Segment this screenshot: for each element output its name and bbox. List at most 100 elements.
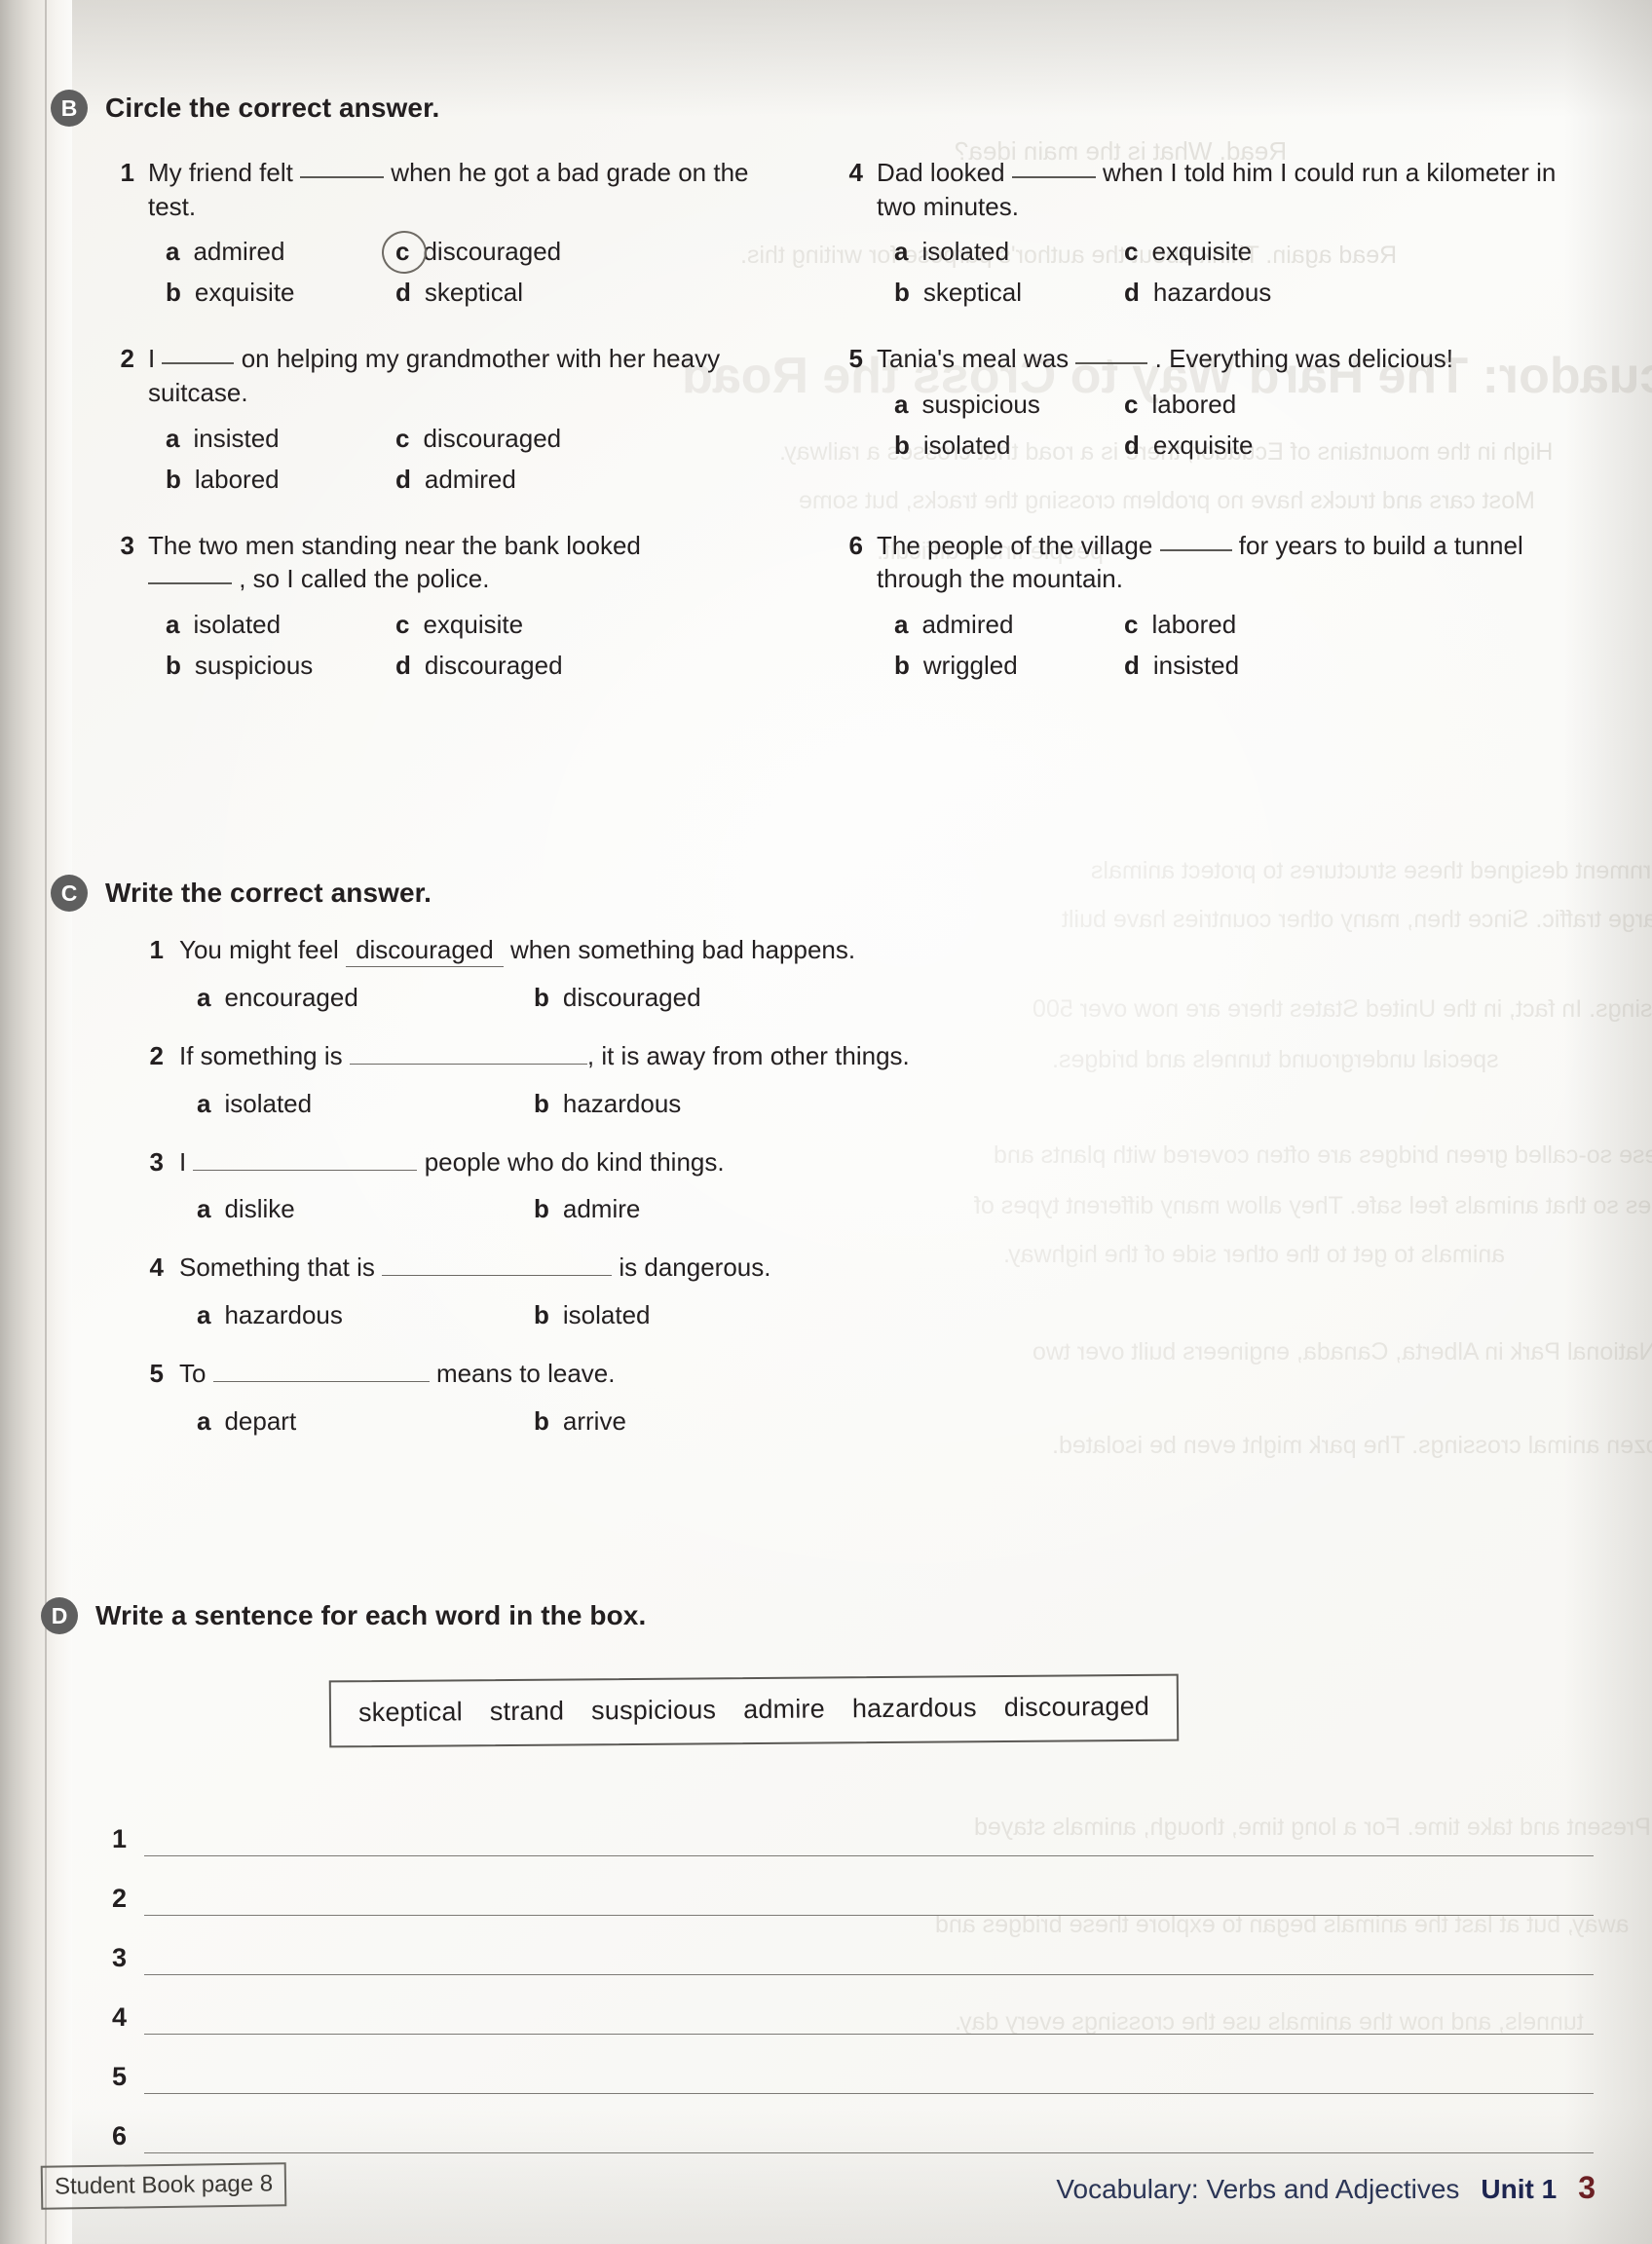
line-number: 4: [111, 2002, 127, 2032]
answer-line-6[interactable]: 6: [105, 2094, 1594, 2153]
option-label: encouraged: [224, 983, 358, 1012]
answer-blank[interactable]: [162, 362, 235, 365]
word-box-item-skeptical[interactable]: skeptical: [358, 1697, 463, 1727]
answer-blank[interactable]: [300, 176, 385, 178]
line-number: 2: [111, 1884, 127, 1913]
option-b4-a[interactable]: a isolated: [894, 231, 1124, 272]
option-b4-d[interactable]: d hazardous: [1124, 272, 1576, 313]
option-b4-c[interactable]: c exquisite: [1124, 231, 1576, 272]
answer-blank[interactable]: [193, 1169, 418, 1171]
option-label: discouraged: [423, 237, 562, 267]
word-box-item-discouraged[interactable]: discouraged: [1004, 1692, 1150, 1722]
option-b6-c[interactable]: c labored: [1124, 604, 1576, 645]
option-b3-c[interactable]: c exquisite: [395, 604, 770, 645]
option-label: discouraged: [562, 983, 701, 1012]
answer-blank[interactable]: [1159, 548, 1232, 551]
options-grid: a isolated c exquisite b suspicious d discou…: [166, 604, 770, 686]
answer-blank[interactable]: [148, 582, 232, 585]
option-b3-d[interactable]: d discouraged: [395, 645, 770, 686]
page-edge-line: [45, 0, 47, 2244]
option-letter: b: [166, 651, 181, 681]
question-number: 5: [848, 344, 863, 374]
question-number: 3: [149, 1146, 164, 1177]
option-c5-a[interactable]: a depart: [197, 1401, 534, 1441]
answer-blank[interactable]: [212, 1381, 430, 1383]
write-rule[interactable]: [144, 2092, 1594, 2094]
option-b1-a[interactable]: a admired: [166, 231, 395, 272]
option-b6-b[interactable]: b wriggled: [894, 645, 1124, 686]
answer-line-2[interactable]: 2: [105, 1856, 1594, 1916]
option-b5-a[interactable]: a suspicious: [894, 384, 1124, 425]
option-letter: b: [534, 1300, 549, 1330]
answer-line-4[interactable]: 4: [105, 1975, 1594, 2035]
option-c1-a[interactable]: a encouraged: [197, 977, 534, 1018]
write-rule[interactable]: [144, 1973, 1594, 1975]
option-b5-b[interactable]: b isolated: [894, 425, 1124, 466]
answer-line-5[interactable]: 5: [105, 2035, 1594, 2094]
option-c2-a[interactable]: a isolated: [197, 1083, 534, 1124]
option-letter: d: [1124, 278, 1140, 308]
answer-blank[interactable]: [349, 1064, 587, 1066]
option-c5-b[interactable]: b arrive: [534, 1401, 1451, 1441]
question-number: 4: [149, 1253, 164, 1283]
question-number: 3: [120, 530, 134, 560]
option-b2-c[interactable]: c discouraged: [395, 418, 770, 459]
word-box-item-suspicious[interactable]: suspicious: [591, 1695, 716, 1725]
write-rule[interactable]: [144, 2033, 1594, 2035]
option-c4-a[interactable]: a hazardous: [197, 1294, 534, 1335]
option-b4-b[interactable]: b skeptical: [894, 272, 1124, 313]
option-label: exquisite: [194, 278, 295, 308]
option-c1-b[interactable]: b discouraged: [534, 977, 1451, 1018]
option-b6-d[interactable]: d insisted: [1124, 645, 1576, 686]
option-b2-d[interactable]: d admired: [395, 459, 770, 500]
option-letter: d: [1124, 430, 1140, 461]
option-b2-a[interactable]: a insisted: [166, 418, 395, 459]
word-box-item-strand[interactable]: strand: [490, 1697, 564, 1727]
write-rule[interactable]: [144, 1854, 1594, 1856]
answer-blank[interactable]: [1011, 176, 1096, 178]
option-b1-c[interactable]: c discouraged: [395, 231, 770, 272]
option-letter: b: [894, 651, 910, 681]
section-c-title: Write the correct answer.: [105, 878, 432, 908]
word-box-item-hazardous[interactable]: hazardous: [852, 1693, 977, 1723]
question-text-after: when something bad happens.: [509, 935, 856, 964]
write-rule[interactable]: [144, 2151, 1594, 2153]
section-b-title: Circle the correct answer.: [105, 93, 440, 123]
question-b1: 1 My friend felt when he got a bad grade…: [115, 156, 770, 342]
option-b5-c[interactable]: c labored: [1124, 384, 1576, 425]
option-c3-b[interactable]: b admire: [534, 1188, 1451, 1229]
question-text-before: You might feel: [179, 935, 339, 964]
option-b2-b[interactable]: b labored: [166, 459, 395, 500]
question-text-before: Something that is: [179, 1253, 375, 1283]
option-c4-b[interactable]: b isolated: [534, 1294, 1451, 1335]
word-box-item-admire[interactable]: admire: [743, 1694, 825, 1724]
option-letter: a: [197, 1194, 211, 1224]
answer-blank[interactable]: [1075, 362, 1148, 365]
option-b1-b[interactable]: b exquisite: [166, 272, 395, 313]
option-c3-a[interactable]: a dislike: [197, 1188, 534, 1229]
option-b3-a[interactable]: a isolated: [166, 604, 395, 645]
answer-line-3[interactable]: 3: [105, 1916, 1594, 1975]
option-label: discouraged: [424, 651, 563, 681]
question-number: 2: [149, 1041, 164, 1071]
option-letter: d: [395, 278, 411, 308]
question-c4: 4 Something that is is dangerous. a hazar…: [146, 1251, 1451, 1335]
option-b6-a[interactable]: a admired: [894, 604, 1124, 645]
option-label: admired: [193, 237, 285, 267]
footer-topic: Vocabulary: Verbs and Adjectives: [1056, 2174, 1460, 2204]
filled-answer[interactable]: discouraged: [346, 935, 504, 967]
option-letter: d: [1124, 651, 1140, 681]
option-b1-d[interactable]: d skeptical: [395, 272, 770, 313]
option-letter: a: [166, 423, 180, 453]
option-b3-b[interactable]: b suspicious: [166, 645, 395, 686]
answer-blank[interactable]: [382, 1275, 613, 1277]
option-letter: b: [534, 1088, 549, 1118]
question-number: 4: [848, 158, 863, 187]
option-c2-b[interactable]: b hazardous: [534, 1083, 1451, 1124]
write-rule[interactable]: [144, 1914, 1594, 1916]
answer-line-1[interactable]: 1: [105, 1797, 1594, 1856]
option-b5-d[interactable]: d exquisite: [1124, 425, 1576, 466]
section-b-questions: 1 My friend felt when he got a bad grade…: [115, 156, 1576, 715]
option-label: exquisite: [1152, 430, 1254, 461]
option-label: suspicious: [921, 389, 1040, 419]
